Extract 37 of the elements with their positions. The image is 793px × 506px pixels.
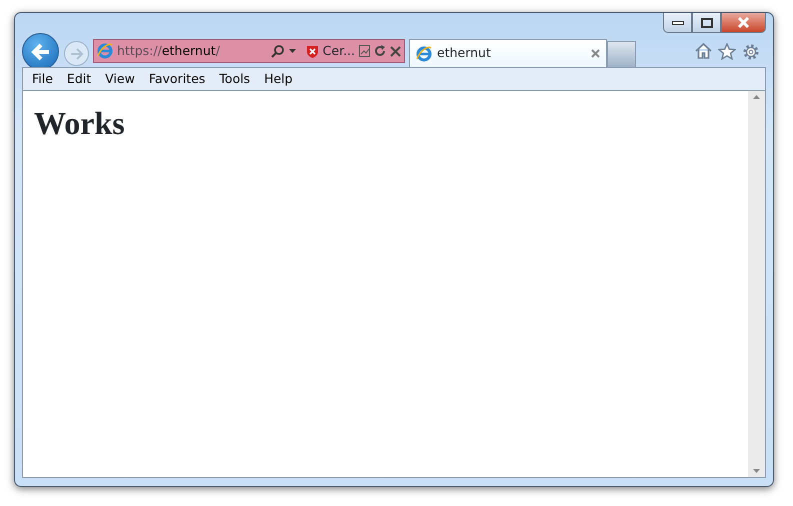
browser-logo-icon: [97, 43, 113, 59]
close-icon: [737, 17, 750, 28]
close-tab-icon[interactable]: [591, 49, 600, 58]
minimize-button[interactable]: [663, 13, 692, 33]
scroll-up-icon[interactable]: [753, 95, 760, 99]
browser-logo-icon: [416, 46, 432, 62]
stop-icon[interactable]: [390, 46, 401, 56]
url-text: https://ethernut/: [117, 42, 221, 60]
menu-item[interactable]: View: [98, 70, 142, 88]
back-button[interactable]: [22, 33, 59, 70]
new-tab-button[interactable]: [607, 41, 636, 67]
caret-icon[interactable]: [288, 49, 296, 53]
close-button[interactable]: [721, 13, 766, 33]
maximize-button[interactable]: [692, 13, 721, 33]
maximize-icon: [700, 18, 712, 28]
search-icon[interactable]: [270, 44, 285, 58]
settings-icon[interactable]: [742, 43, 760, 61]
shield-error-icon[interactable]: [306, 44, 319, 58]
scrollbar[interactable]: [748, 91, 765, 477]
home-icon[interactable]: [695, 43, 712, 59]
scroll-down-icon[interactable]: [753, 469, 760, 473]
address-bar[interactable]: https://ethernut/ Cer...: [93, 39, 405, 63]
minimize-icon: [672, 20, 684, 26]
star-icon[interactable]: [718, 43, 736, 60]
back-arrow-icon: [30, 42, 50, 60]
menu-item[interactable]: Tools: [212, 70, 258, 88]
certificate-label[interactable]: Cer...: [322, 42, 355, 60]
menu-item[interactable]: Favorites: [142, 70, 212, 88]
menu-item[interactable]: Edit: [60, 70, 98, 88]
tab-title: ethernut: [437, 44, 492, 62]
compatibility-icon[interactable]: [359, 45, 370, 57]
menu-item[interactable]: File: [25, 70, 60, 88]
refresh-icon[interactable]: [374, 45, 386, 57]
menu-item[interactable]: Help: [257, 70, 300, 88]
forward-arrow-icon: [70, 48, 84, 60]
page-heading: Works: [34, 104, 126, 142]
browser-tab[interactable]: ethernut: [409, 39, 607, 67]
